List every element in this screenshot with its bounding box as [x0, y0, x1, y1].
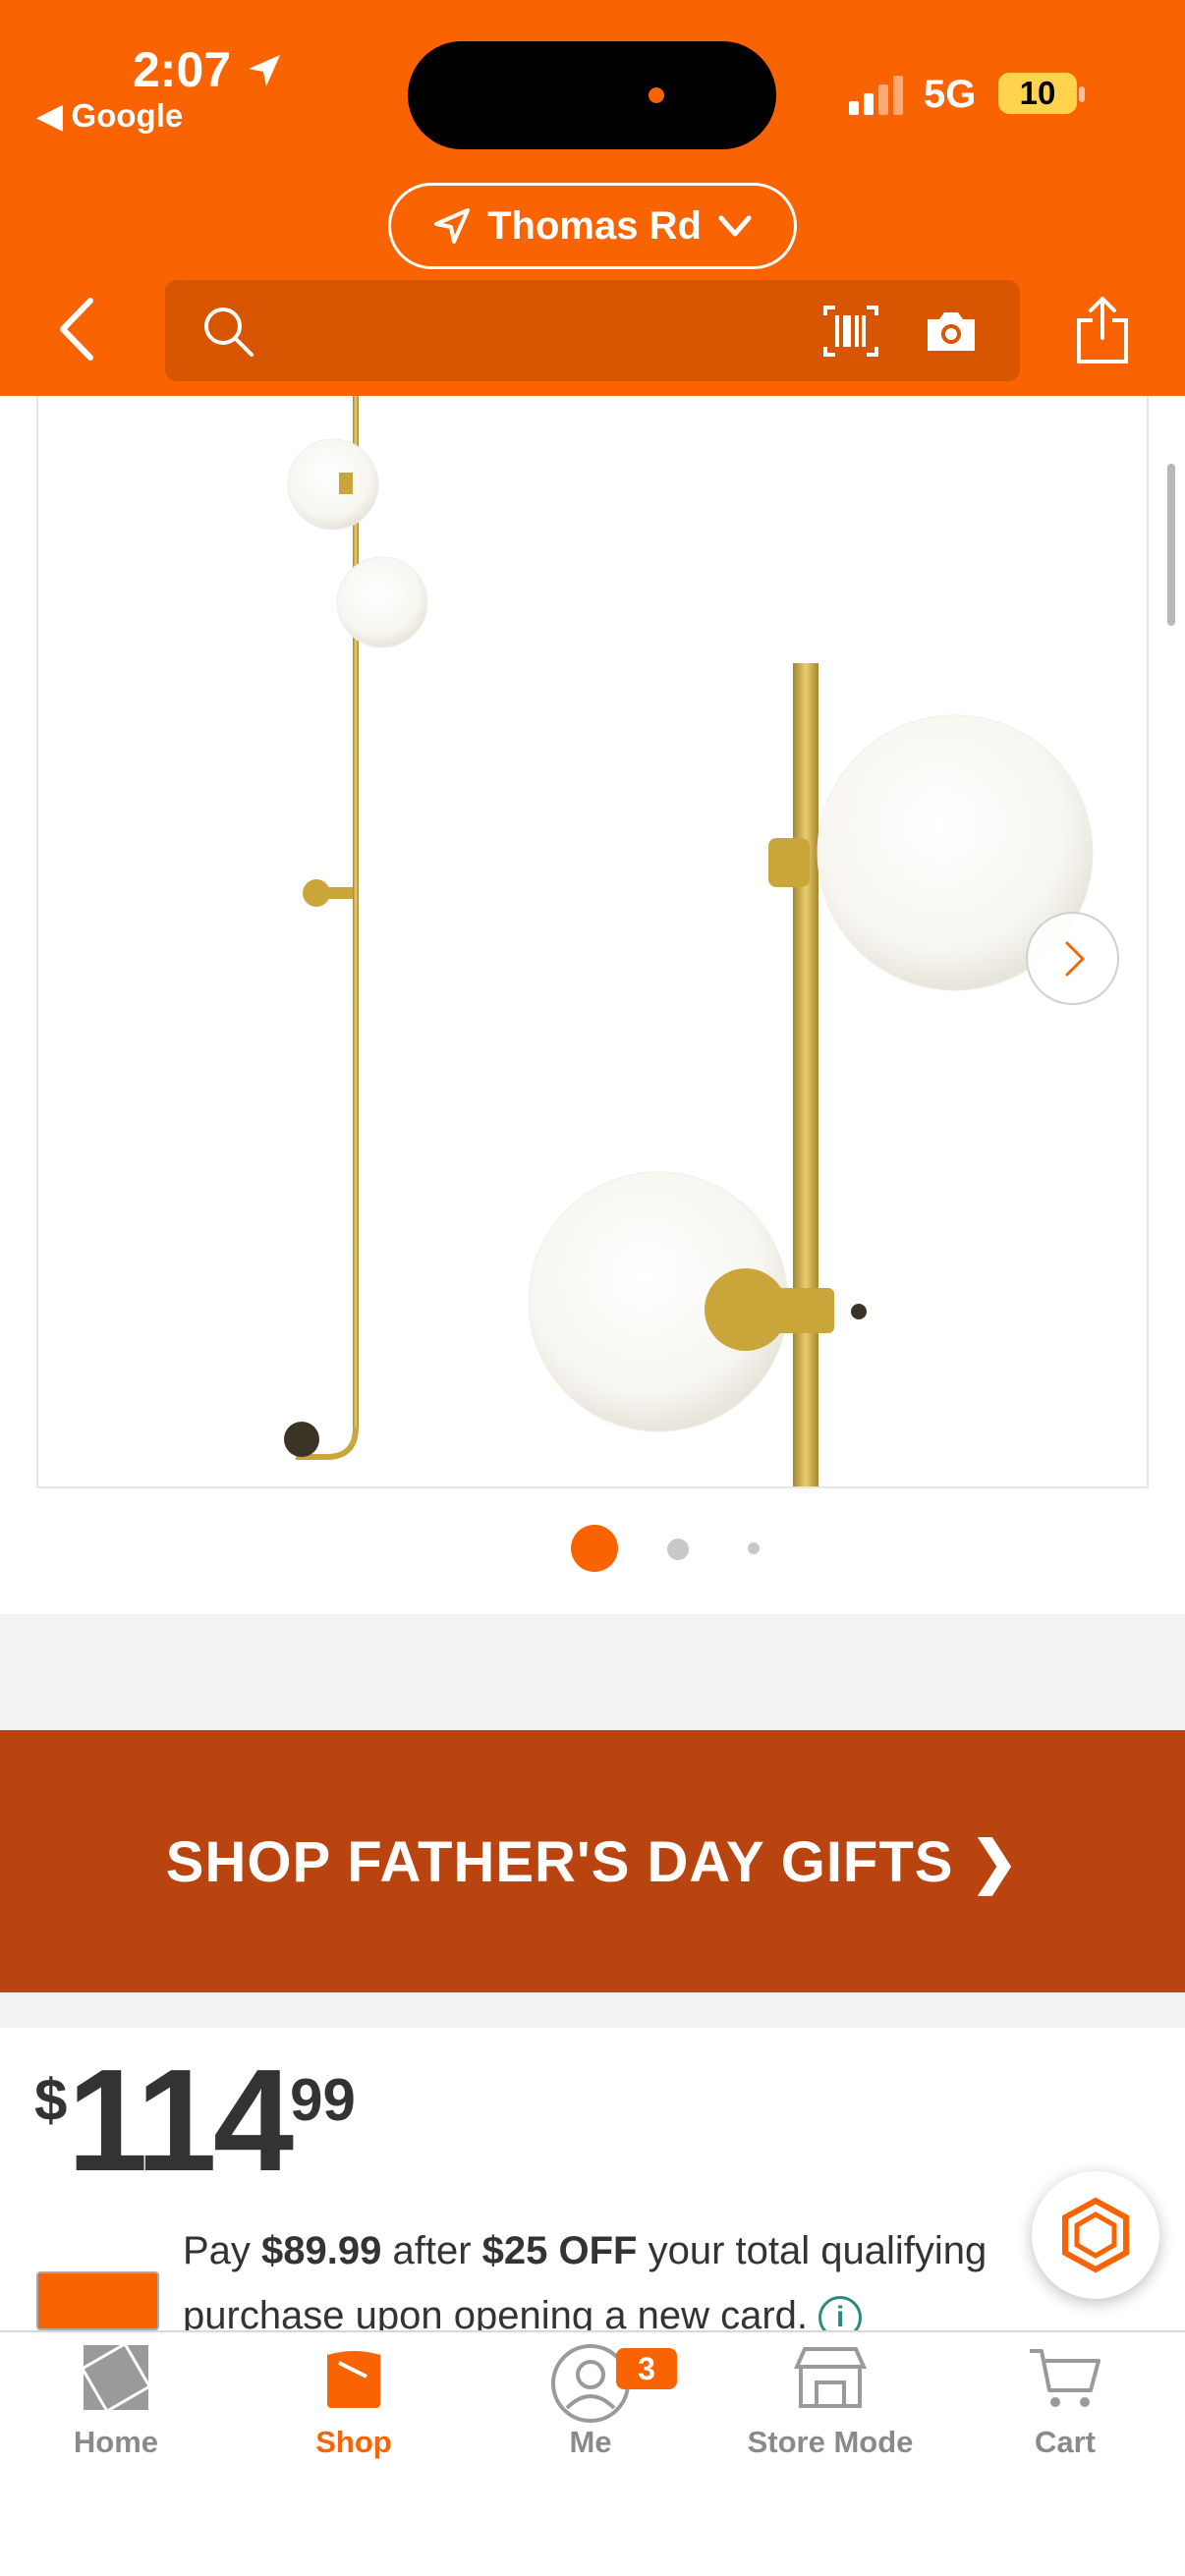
product-price: $ 114 99 [34, 2048, 356, 2194]
share-icon[interactable] [1073, 295, 1132, 365]
price-dollars: 114 [67, 2040, 294, 2202]
chevron-right-icon [1065, 941, 1084, 976]
tab-cart[interactable]: Cart [967, 2343, 1163, 2460]
dynamic-island [408, 41, 776, 149]
network-type: 5G [924, 73, 977, 116]
chevron-down-icon [718, 215, 752, 237]
price-cents: 99 [290, 2067, 356, 2133]
location-services-icon [248, 55, 280, 86]
signal-icon [849, 76, 903, 115]
barcode-icon[interactable] [821, 304, 880, 359]
tab-store-mode[interactable]: Store Mode [732, 2343, 929, 2460]
cart-icon [1030, 2349, 1100, 2407]
section-divider [0, 1614, 1185, 1730]
gallery-dot[interactable] [748, 1542, 760, 1554]
battery-cap [1079, 86, 1085, 102]
camera-indicator [649, 87, 664, 103]
assistant-button[interactable] [1032, 2171, 1159, 2299]
store-selector[interactable]: Thomas Rd [388, 183, 797, 269]
next-image-button[interactable] [1026, 912, 1119, 1005]
location-arrow-icon [434, 208, 471, 244]
back-to-app-link[interactable]: ◀ Google [37, 96, 183, 135]
product-image[interactable] [36, 396, 1149, 1488]
product-image-illustration [284, 396, 1094, 1486]
search-input[interactable] [165, 280, 1020, 381]
shop-bucket-icon [326, 2347, 381, 2408]
tab-shop[interactable]: Shop [255, 2343, 452, 2460]
notification-badge: 3 [616, 2348, 677, 2389]
promo-banner[interactable]: SHOP FATHER'S DAY GIFTS ❯ [0, 1730, 1185, 1992]
gallery-dot-active[interactable] [571, 1525, 618, 1572]
credit-offer-text: Pay $89.99 after $25 OFF your total qual… [183, 2218, 1047, 2348]
status-time: 2:07 [133, 41, 284, 98]
back-icon[interactable] [49, 295, 108, 364]
assistant-hexagon-icon [1062, 2197, 1129, 2273]
gallery-dot[interactable] [667, 1539, 689, 1560]
tab-home[interactable]: Home [18, 2341, 214, 2460]
battery-indicator: 10 [998, 73, 1077, 114]
camera-icon[interactable] [924, 308, 979, 355]
search-icon [204, 308, 254, 357]
scrollbar-thumb[interactable] [1167, 464, 1175, 626]
credit-card-thumbnail [36, 2271, 159, 2330]
home-depot-logo-icon [80, 2341, 152, 2414]
store-name: Thomas Rd [487, 203, 702, 248]
section-divider [0, 1992, 1185, 2028]
store-icon [793, 2347, 868, 2408]
price-currency: $ [34, 2067, 68, 2133]
promo-label: SHOP FATHER'S DAY GIFTS ❯ [165, 1829, 1020, 1894]
